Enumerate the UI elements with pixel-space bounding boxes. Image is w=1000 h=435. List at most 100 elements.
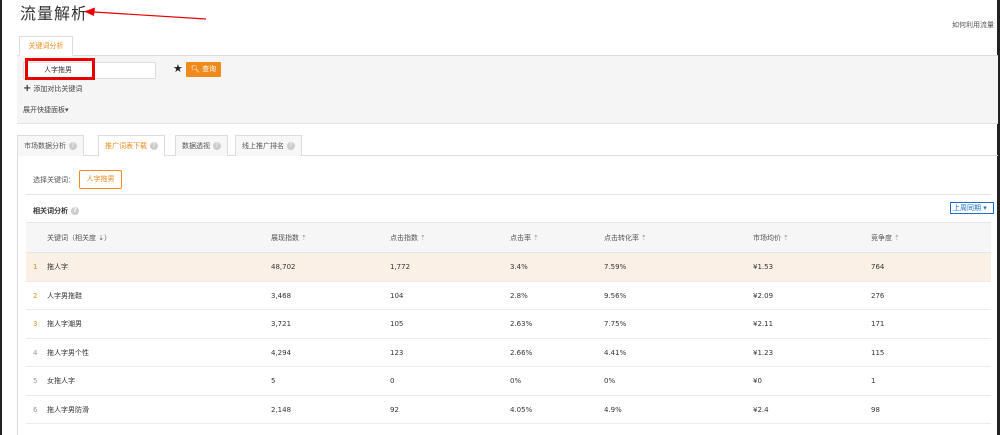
row-cvr: 7.75% [604,320,627,328]
search-panel: 人字拖男 ★ 🔍︎ 查询 + 添加对比关键词 展开快捷面板▾ [17,56,998,124]
row-keyword[interactable]: 人字男拖鞋 [47,282,82,310]
table-row[interactable]: 4 拖人字男个性 4,294 123 2.66% 4.41% ¥1.23 115 [26,339,991,367]
plus-icon: + [23,83,32,94]
table-row[interactable]: 6 拖人字男防滑 2,148 92 4.05% 4.9% ¥2.4 98 [26,396,991,424]
row-clicks: 105 [390,320,404,328]
row-impressions: 2,148 [271,405,292,414]
row-ctr: 2.8% [510,291,528,300]
row-rank: 5 [33,377,38,385]
col-ctr[interactable]: 点击率 ⇡ [510,223,539,253]
query-button-label: 查询 [202,65,217,73]
tab-label: 线上推广排名 [242,142,284,150]
star-icon[interactable]: ★ [173,62,183,75]
row-ctr: 4.05% [510,405,533,414]
related-words-table: 关键词（相关度 ⇣） 展现指数 ⇡ 点击指数 ⇡ 点击率 ⇡ 点击转化率 ⇡ 市场均价 ⇡… [26,222,991,424]
divider [26,194,991,195]
row-price: ¥1.23 [753,348,774,357]
select-keyword-label: 选择关键词： [33,176,75,184]
page-title: 流量解析 [20,4,89,23]
col-competition[interactable]: 竞争度 ⇡ [871,223,900,253]
col-price[interactable]: 市场均价 ⇡ [753,223,789,253]
row-clicks: 92 [390,405,399,414]
row-cvr: 4.41% [604,348,627,357]
row-impressions: 48,702 [271,263,296,271]
window-left-edge [0,0,2,435]
tab-keyword-analysis[interactable]: 关键词分析 [19,36,73,56]
row-keyword[interactable]: 女拖人字 [47,367,75,395]
tab-market-data[interactable]: 市场数据分析? [17,135,84,156]
row-keyword[interactable]: 拖人字男个性 [47,339,89,367]
query-button[interactable]: 🔍︎ 查询 [186,62,221,77]
row-ctr: 2.66% [510,348,533,357]
tab-label: 推广词表下载 [105,142,147,150]
row-clicks: 0 [390,377,395,385]
tab-label: 数据透视 [182,142,210,150]
help-icon[interactable]: ? [287,142,295,150]
row-rank: 6 [33,405,38,414]
row-rank: 3 [33,320,38,328]
tab-keyword-download[interactable]: 推广词表下载? [98,135,165,157]
tab-data-pivot[interactable]: 数据透视? [175,135,228,156]
row-price: ¥0 [753,377,762,385]
tab-online-ranking[interactable]: 线上推广排名? [235,135,302,156]
row-cvr: 7.59% [604,263,627,271]
row-ctr: 0% [510,377,522,385]
row-clicks: 104 [390,291,404,300]
help-link[interactable]: 如何利用流量 [952,20,994,30]
row-cvr: 0% [604,377,616,385]
row-price: ¥2.09 [753,291,774,300]
related-words-title: 相关词分析? [33,206,79,216]
add-compare-keyword-link[interactable]: + 添加对比关键词 [23,83,82,94]
keyword-tab-bar: 关键词分析 [17,36,998,56]
row-rank: 1 [33,263,38,271]
table-row[interactable]: 3 拖人字潮男 3,721 105 2.63% 7.75% ¥2.11 171 [26,310,991,339]
help-icon[interactable]: ? [150,142,158,150]
help-icon[interactable]: ? [69,142,77,150]
related-title-text: 相关词分析 [33,207,68,215]
table-body: 1 拖人字 48,702 1,772 3.4% 7.59% ¥1.53 764 2 人字男拖鞋 3,… [26,253,991,424]
row-impressions: 3,721 [271,320,292,328]
col-keyword[interactable]: 关键词（相关度 ⇣） [47,223,111,253]
help-icon[interactable]: ? [71,207,79,215]
row-ctr: 3.4% [510,263,528,271]
row-competition: 1 [871,377,876,385]
main-content: 选择关键词： 人字拖男 相关词分析? 上周同期 ▾ 关键词（相关度 ⇣） 展现指… [17,156,998,435]
add-compare-label: 添加对比关键词 [33,85,83,93]
row-ctr: 2.63% [510,320,533,328]
row-impressions: 5 [271,377,276,385]
row-clicks: 1,772 [390,263,411,271]
table-header: 关键词（相关度 ⇣） 展现指数 ⇡ 点击指数 ⇡ 点击率 ⇡ 点击转化率 ⇡ 市场均价 ⇡… [26,222,991,253]
period-select[interactable]: 上周同期 ▾ [950,202,994,214]
annotation-arrow [84,7,207,20]
row-keyword[interactable]: 拖人字 [47,253,68,281]
row-cvr: 4.9% [604,405,622,414]
help-icon[interactable]: ? [213,142,221,150]
annotation-highlight-box [25,58,95,80]
row-cvr: 9.56% [604,291,627,300]
row-competition: 764 [871,263,885,271]
row-competition: 276 [871,291,885,300]
tab-label: 市场数据分析 [24,142,66,150]
row-impressions: 4,294 [271,348,292,357]
row-rank: 4 [33,348,38,357]
row-keyword[interactable]: 拖人字男防滑 [47,396,89,424]
col-clicks[interactable]: 点击指数 ⇡ [390,223,426,253]
row-keyword[interactable]: 拖人字潮男 [47,310,82,338]
row-competition: 171 [871,320,885,328]
col-impressions[interactable]: 展现指数 ⇡ [271,223,307,253]
row-clicks: 123 [390,348,404,357]
selected-keyword-chip[interactable]: 人字拖男 [79,170,122,189]
table-row[interactable]: 5 女拖人字 5 0 0% 0% ¥0 1 [26,367,991,396]
row-rank: 2 [33,291,38,300]
row-price: ¥2.11 [753,320,774,328]
expand-quick-panel-link[interactable]: 展开快捷面板▾ [23,105,69,115]
search-icon: 🔍︎ [190,65,200,73]
table-row[interactable]: 1 拖人字 48,702 1,772 3.4% 7.59% ¥1.53 764 [26,253,991,282]
row-price: ¥2.4 [753,405,769,414]
row-price: ¥1.53 [753,263,774,271]
row-competition: 115 [871,348,885,357]
col-cvr[interactable]: 点击转化率 ⇡ [604,223,647,253]
table-row[interactable]: 2 人字男拖鞋 3,468 104 2.8% 9.56% ¥2.09 276 [26,282,991,310]
analysis-tabs: 市场数据分析? 推广词表下载? 数据透视? 线上推广排名? [17,135,998,157]
row-impressions: 3,468 [271,291,292,300]
